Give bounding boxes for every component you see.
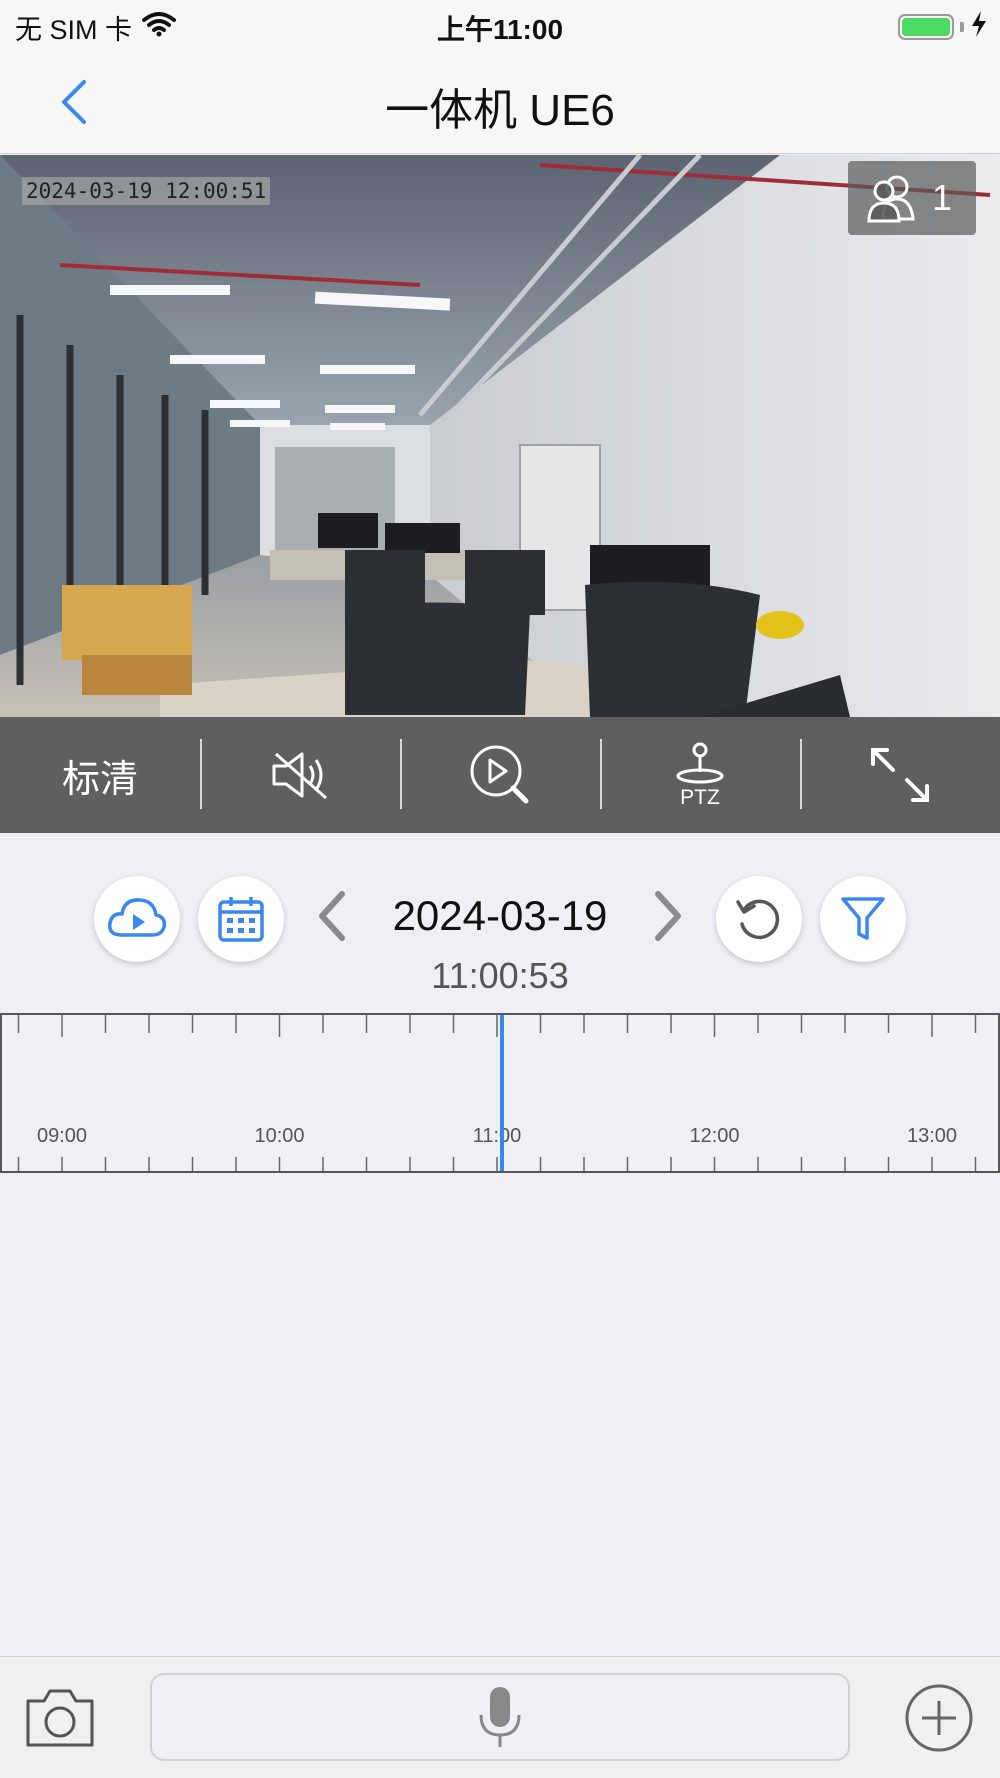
video-feed[interactable]: 2024-03-19 12:00:51 1	[0, 155, 1000, 717]
refresh-button[interactable]	[716, 876, 802, 962]
video-control-bar: 标清 PTZ	[0, 717, 1000, 833]
status-right	[898, 10, 988, 43]
status-bar: 无 SIM 卡 上午11:00	[0, 0, 1000, 50]
filter-button[interactable]	[820, 876, 906, 962]
microphone-icon	[479, 1687, 521, 1747]
timeline-cursor[interactable]	[500, 1015, 504, 1171]
chevron-right-icon	[655, 891, 681, 941]
ptz-label: PTZ	[680, 786, 720, 808]
playback-timeline[interactable]: 09:00 10:00 11:00 12:00 13:00	[0, 1013, 1000, 1173]
page-title: 一体机 UE6	[385, 86, 615, 135]
video-timestamp: 2024-03-19 12:00:51	[22, 177, 271, 205]
viewer-count: 1	[932, 177, 953, 218]
timeline-label: 10:00	[254, 1125, 305, 1147]
joystick-icon: PTZ	[676, 742, 724, 808]
timeline-label: 09:00	[36, 1125, 88, 1147]
timeline-label: 13:00	[906, 1125, 958, 1147]
timeline-label: 12:00	[689, 1125, 740, 1147]
filter-icon	[841, 897, 885, 940]
battery-icon	[898, 13, 954, 40]
next-day-button[interactable]	[648, 888, 688, 944]
timeline-label: 11:00	[472, 1125, 522, 1147]
refresh-icon	[736, 899, 780, 940]
ptz-button[interactable]: PTZ	[600, 717, 800, 833]
snapshot-button[interactable]	[22, 1685, 98, 1751]
charging-icon	[970, 10, 988, 43]
talk-button[interactable]	[150, 1673, 850, 1761]
fullscreen-button[interactable]	[800, 717, 1000, 833]
status-time: 上午11:00	[436, 14, 564, 45]
speaker-muted-icon	[272, 752, 327, 800]
play-search-icon	[470, 745, 529, 804]
expand-icon	[871, 748, 929, 802]
playback-time: 11:00:53	[431, 955, 569, 996]
plus-circle-icon	[905, 1684, 973, 1752]
quality-button[interactable]: 标清	[0, 717, 200, 833]
viewer-count-badge: 1	[848, 161, 976, 235]
quality-label: 标清	[61, 758, 138, 801]
camera-icon	[26, 1689, 94, 1747]
mute-button[interactable]	[200, 717, 400, 833]
add-button[interactable]	[904, 1683, 974, 1753]
camera-scene-image	[0, 155, 1000, 717]
users-icon	[867, 175, 915, 223]
playback-search-button[interactable]	[400, 717, 600, 833]
nav-bar: 一体机 UE6	[0, 50, 1000, 154]
bottom-bar	[0, 1656, 1000, 1778]
